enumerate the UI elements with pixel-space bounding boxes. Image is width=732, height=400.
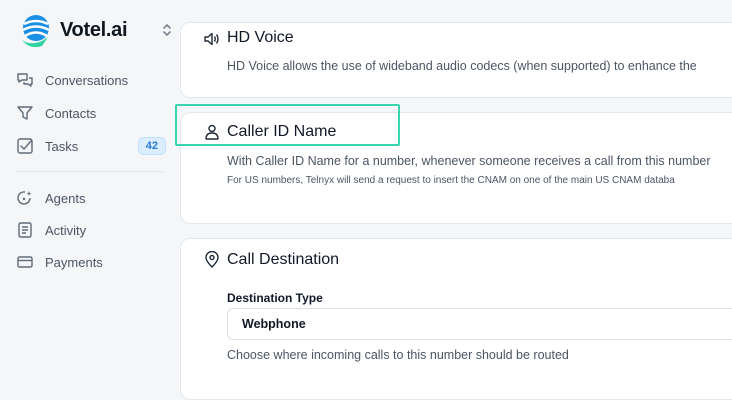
sidebar-item-label: Agents <box>45 190 86 206</box>
call-destination-title: Call Destination <box>227 251 340 268</box>
destination-type-value: Webphone <box>242 317 306 331</box>
focus-highlight <box>175 104 400 146</box>
agent-spark-icon <box>17 191 32 205</box>
sidebar: Votel.ai Conversations Contacts Tasks 42 <box>0 0 180 378</box>
sidebar-item-label: Contacts <box>45 105 97 121</box>
caller-id-note: For US numbers, Telnyx will send a reque… <box>227 175 675 186</box>
sidebar-item-payments[interactable]: Payments <box>16 249 166 275</box>
location-pin-icon <box>205 251 219 268</box>
activity-doc-icon <box>18 222 32 238</box>
sidebar-item-conversations[interactable]: Conversations <box>16 67 166 93</box>
hd-voice-card: HD Voice HD Voice allows the use of wide… <box>180 22 732 98</box>
sidebar-item-contacts[interactable]: Contacts <box>16 100 166 126</box>
tasks-count-badge: 42 <box>137 137 166 155</box>
brand-name: Votel.ai <box>60 18 128 41</box>
checkbox-icon <box>17 138 33 154</box>
caller-id-description: With Caller ID Name for a number, whenev… <box>227 154 711 168</box>
sidebar-item-label: Payments <box>45 254 103 270</box>
destination-type-label: Destination Type <box>227 291 323 305</box>
filter-icon <box>17 106 33 120</box>
call-destination-card: Call Destination Destination Type Webpho… <box>180 238 732 400</box>
hd-voice-title: HD Voice <box>227 29 294 46</box>
chevron-up-down-icon[interactable] <box>160 22 174 38</box>
hd-voice-description: HD Voice allows the use of wideband audi… <box>227 59 697 73</box>
sidebar-item-label: Activity <box>45 222 87 238</box>
speaker-icon <box>204 32 219 46</box>
sidebar-item-agents[interactable]: Agents <box>16 185 166 211</box>
sidebar-item-tasks[interactable]: Tasks 42 <box>16 133 166 159</box>
sidebar-item-label: Conversations <box>45 72 129 88</box>
sidebar-divider <box>16 171 163 172</box>
destination-help-text: Choose where incoming calls to this numb… <box>227 348 569 362</box>
votel-logo-icon <box>22 15 50 48</box>
destination-type-select[interactable]: Webphone <box>227 308 732 340</box>
chat-bubbles-icon <box>17 73 33 87</box>
brand[interactable]: Votel.ai <box>16 12 128 48</box>
credit-card-icon <box>17 256 33 268</box>
sidebar-item-label: Tasks <box>45 138 79 154</box>
sidebar-item-activity[interactable]: Activity <box>16 217 166 243</box>
